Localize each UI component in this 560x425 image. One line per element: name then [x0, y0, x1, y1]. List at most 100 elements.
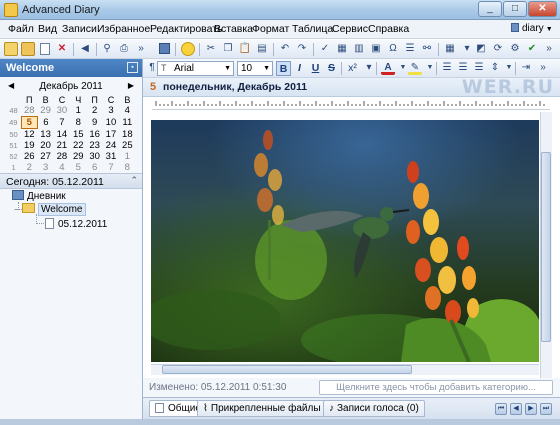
font-size-selector[interactable]: 10 ▼ [237, 61, 273, 76]
calendar-day[interactable]: 30 [54, 105, 70, 117]
calendar-day[interactable]: 2 [86, 105, 102, 117]
align-right-icon[interactable]: ☰ [472, 61, 486, 75]
save-icon[interactable] [157, 42, 171, 56]
undo-icon[interactable]: ↶ [278, 42, 292, 56]
smiley-icon[interactable] [181, 42, 195, 56]
refresh-icon[interactable]: ⟳ [491, 42, 505, 56]
settings-icon[interactable]: ⚙ [508, 42, 522, 56]
prev-icon[interactable]: ◀ [78, 42, 92, 56]
calendar-day[interactable]: 20 [37, 140, 53, 151]
tree-item-entry[interactable]: 05.12.2011 [45, 218, 107, 230]
menu-insert[interactable]: Вставка [214, 23, 253, 35]
collapse-icon[interactable]: ⌃ [130, 175, 138, 186]
cut-icon[interactable]: ✂ [204, 42, 218, 56]
calendar-day[interactable]: 6 [37, 117, 53, 129]
line-spacing-menu-icon[interactable]: ▼ [502, 61, 516, 75]
calendar-day[interactable]: 14 [54, 129, 70, 141]
new-entry-icon[interactable] [38, 42, 52, 56]
calendar-day[interactable]: 4 [119, 105, 135, 117]
today-bar[interactable]: Сегодня: 05.12.2011 ⌃ [0, 173, 142, 189]
check-icon[interactable]: ✔ [525, 42, 539, 56]
calendar-day[interactable]: 6 [86, 162, 102, 173]
calendar-day[interactable]: 16 [86, 129, 102, 141]
collapse-tree-icon[interactable]: − [14, 205, 22, 214]
maximize-button[interactable]: □ [503, 1, 527, 17]
calendar-day[interactable]: 7 [54, 117, 70, 129]
menu-edit[interactable]: Редактировать [150, 23, 223, 35]
search-icon[interactable]: ⚲ [100, 42, 114, 56]
paste-special-icon[interactable]: ▤ [255, 42, 269, 56]
calendar-day[interactable]: 5 [70, 162, 86, 173]
calendar-day[interactable]: 13 [37, 129, 53, 141]
grid-icon[interactable]: ▦ [443, 42, 457, 56]
menu-help[interactable]: Справка [368, 23, 409, 35]
calendar-day[interactable]: 12 [21, 129, 37, 141]
calendar-day-today[interactable]: 5 [20, 116, 38, 129]
menu-format[interactable]: Формат [252, 23, 289, 35]
vertical-scroll-thumb[interactable] [541, 152, 551, 342]
redo-icon[interactable]: ↷ [295, 42, 309, 56]
calendar-day[interactable]: 25 [119, 140, 135, 151]
calendar-day[interactable]: 3 [103, 105, 119, 117]
ruler[interactable] [152, 97, 550, 110]
calendar-day[interactable]: 23 [86, 140, 102, 151]
toolbar-overflow-icon[interactable]: » [542, 42, 556, 56]
superscript-button[interactable]: x² [345, 61, 360, 76]
calendar-day[interactable]: 30 [86, 151, 102, 162]
align-left-icon[interactable]: ☰ [440, 61, 454, 75]
indent-icon[interactable]: ⇥ [519, 61, 533, 75]
calendar-day[interactable]: 27 [37, 151, 53, 162]
tree-item-root[interactable]: Дневник [12, 190, 66, 202]
menu-entries[interactable]: Записи [62, 23, 97, 35]
calendar-day[interactable]: 1 [119, 151, 135, 162]
menu-file[interactable]: Файл [8, 23, 34, 35]
calendar-day[interactable]: 8 [70, 117, 86, 129]
calendar-day[interactable]: 22 [70, 140, 86, 151]
last-entry-icon[interactable]: ⏭ [540, 403, 552, 415]
italic-button[interactable]: I [292, 61, 307, 76]
insert-table-icon[interactable]: ▣ [369, 42, 383, 56]
next-entry-icon[interactable]: ▶ [525, 403, 537, 415]
align-center-icon[interactable]: ☰ [456, 61, 470, 75]
insert-picture-icon[interactable]: ▦ [335, 42, 349, 56]
calendar-day[interactable]: 24 [103, 140, 119, 151]
paste-icon[interactable]: 📋 [238, 42, 252, 56]
delete-icon[interactable]: ✕ [55, 42, 69, 56]
calendar-day[interactable]: 19 [21, 140, 37, 151]
calendar-day[interactable]: 31 [103, 151, 119, 162]
menu-favorites[interactable]: Избранное [97, 23, 150, 35]
insert-symbol-icon[interactable]: Ω [386, 42, 400, 56]
color-picker-icon[interactable]: ◩ [474, 42, 488, 56]
tab-attachments[interactable]: ⌇ Прикрепленные файлы (0) [197, 400, 342, 417]
menu-view[interactable]: Вид [38, 23, 57, 35]
insert-chart-icon[interactable]: ▥ [352, 42, 366, 56]
calendar-day[interactable]: 10 [103, 117, 119, 129]
calendar-day[interactable]: 26 [21, 151, 37, 162]
minimize-button[interactable]: _ [478, 1, 502, 17]
calendar-day[interactable]: 29 [70, 151, 86, 162]
line-spacing-icon[interactable]: ⇕ [488, 61, 502, 75]
calendar-day[interactable]: 1 [70, 105, 86, 117]
subscript-icon[interactable]: ▾ [362, 61, 376, 75]
font-color-icon[interactable]: A [381, 61, 395, 75]
calendar-day[interactable]: 11 [119, 117, 135, 129]
highlight-icon[interactable]: ✎ [408, 61, 422, 75]
calendar-day[interactable]: 28 [21, 105, 37, 117]
tree-item-welcome[interactable]: − Welcome [14, 203, 86, 216]
category-field[interactable]: Щелкните здесь чтобы добавить категорию.… [319, 380, 553, 395]
print-icon[interactable]: ⎙ [117, 42, 131, 56]
calendar-day[interactable]: 3 [37, 162, 53, 173]
calendar-day[interactable]: 4 [54, 162, 70, 173]
calendar-day[interactable]: 2 [21, 162, 37, 173]
tab-voice-records[interactable]: ♪ Записи голоса (0) [323, 400, 425, 417]
entry-photo[interactable] [151, 120, 539, 362]
insert-link-icon[interactable]: ⚯ [420, 42, 434, 56]
new-folder-icon[interactable] [4, 42, 18, 56]
calendar-month-label[interactable]: Декабрь 2011 [24, 81, 118, 92]
insert-list-icon[interactable]: ☰ [403, 42, 417, 56]
calendar-day[interactable]: 15 [70, 129, 86, 141]
copy-icon[interactable]: ❐ [221, 42, 235, 56]
first-entry-icon[interactable]: ⏮ [495, 403, 507, 415]
pin-icon[interactable]: ▪ [127, 62, 138, 73]
menu-tools[interactable]: Сервис [332, 23, 368, 35]
